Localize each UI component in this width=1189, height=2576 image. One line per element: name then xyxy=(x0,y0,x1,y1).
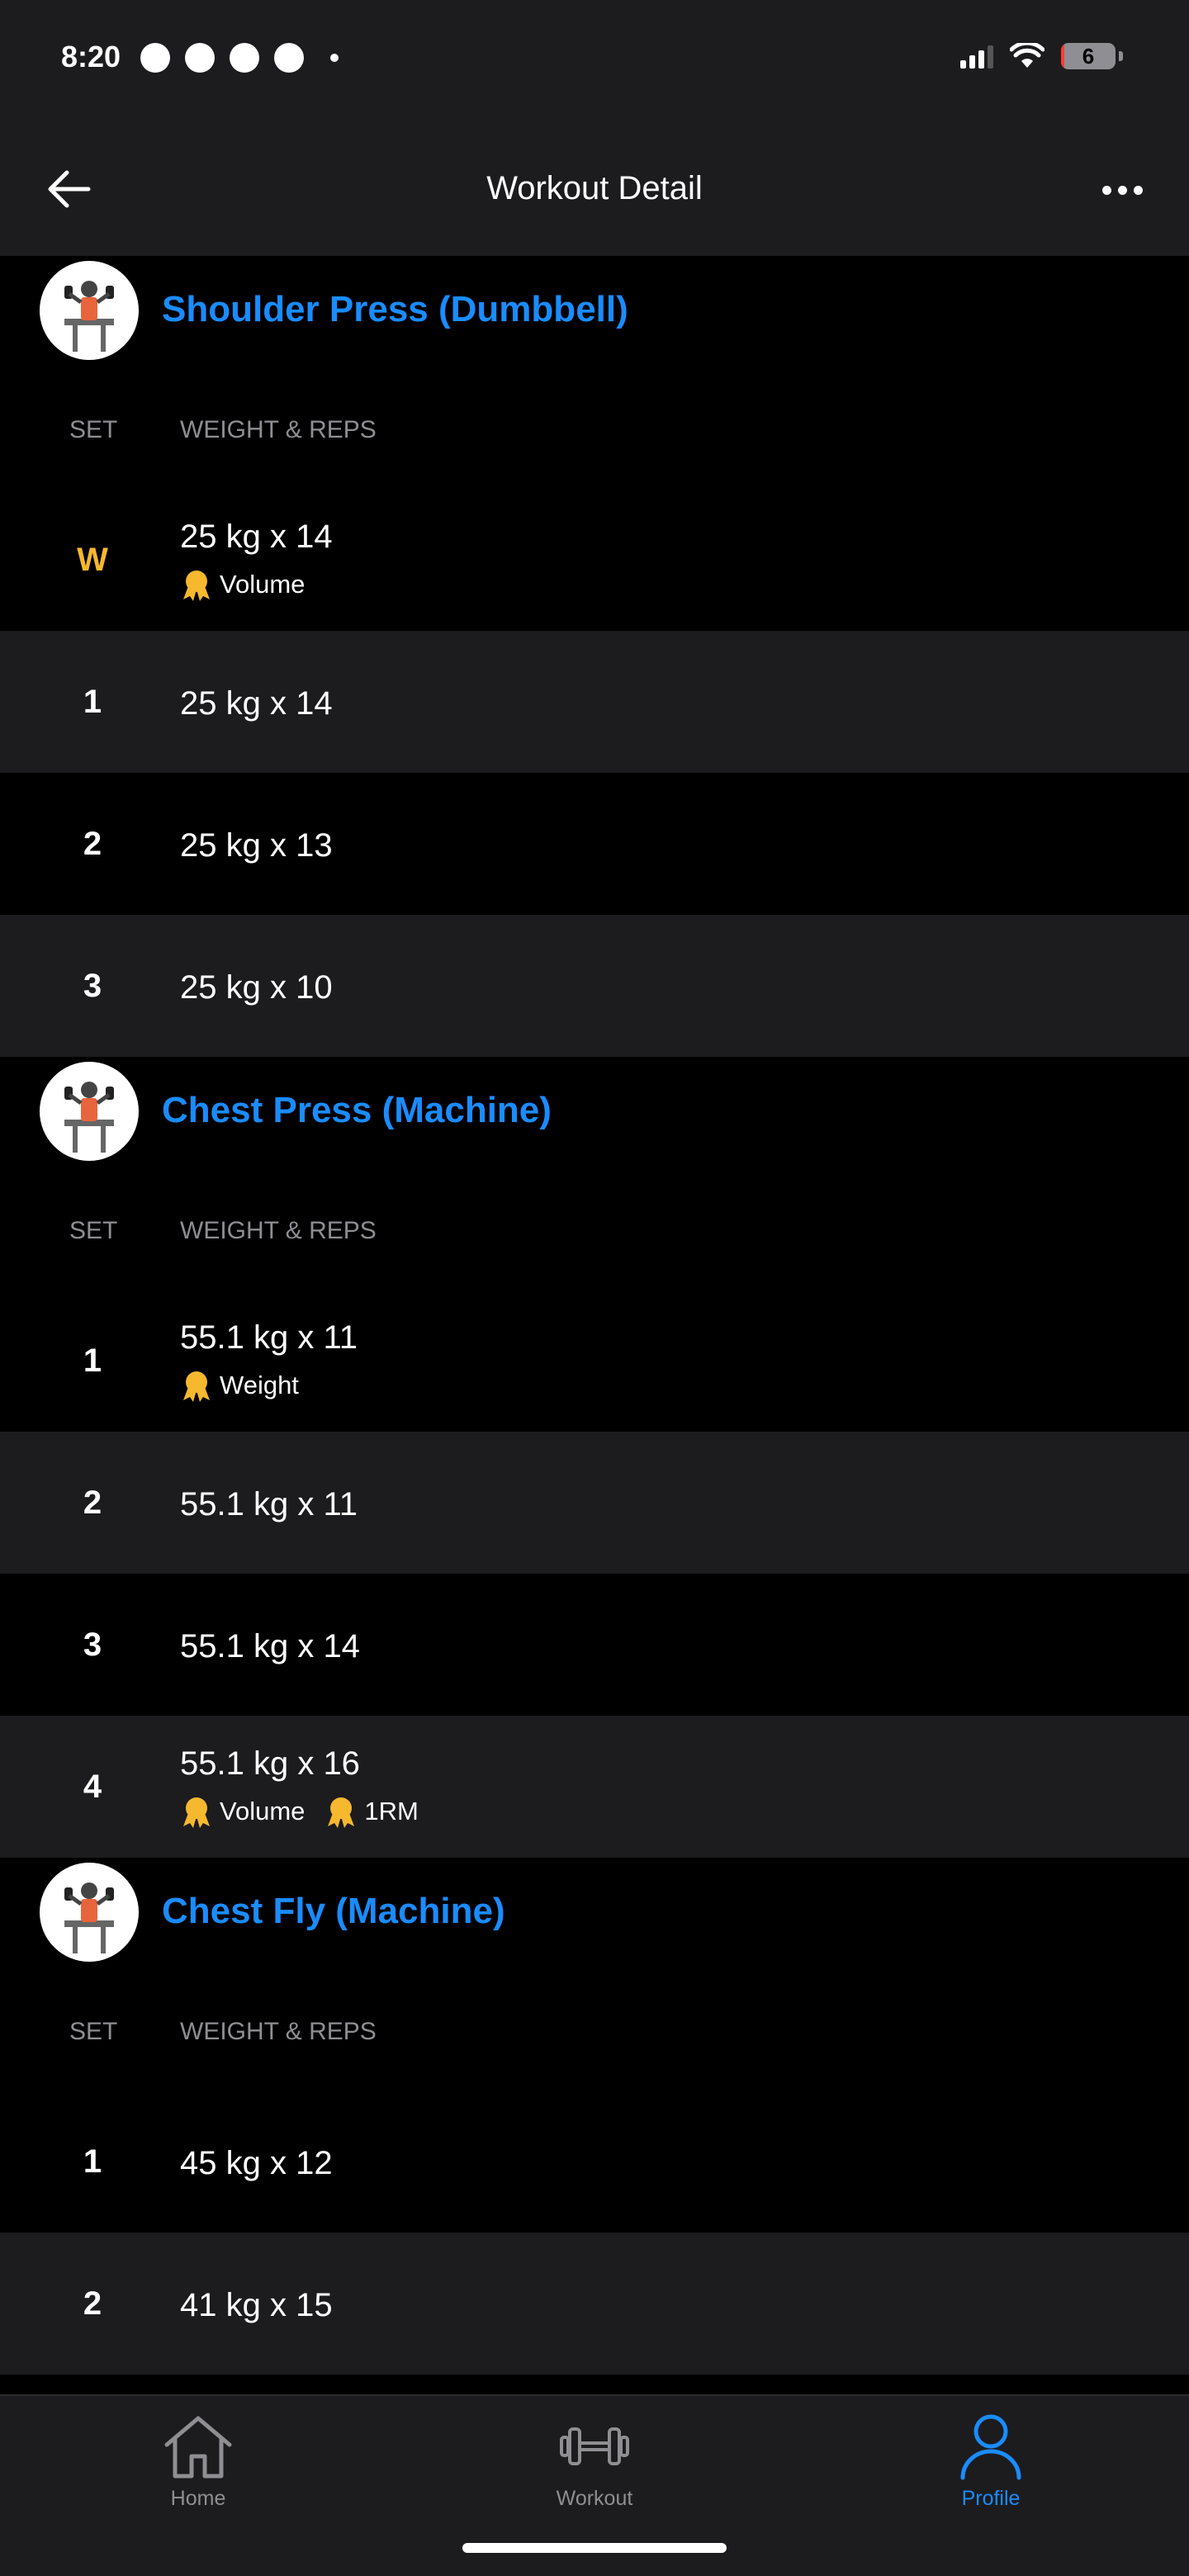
set-column-header: SET WEIGHT & REPS xyxy=(0,1166,1189,1290)
set-row: 3 55.1 kg x 14 xyxy=(0,1574,1189,1716)
tab-workout[interactable]: Workout xyxy=(495,2411,694,2511)
tab-profile-label: Profile xyxy=(961,2487,1021,2510)
set-number: 2 xyxy=(83,1485,102,1521)
col-set-label: SET xyxy=(69,2018,118,2045)
notification-icons xyxy=(140,43,339,73)
pr-label: Weight xyxy=(220,1371,299,1399)
set-weight-reps: 45 kg x 12 xyxy=(180,2145,333,2181)
set-row: 1 55.1 kg x 11 Weight xyxy=(0,1290,1189,1432)
tab-home-label: Home xyxy=(170,2487,226,2510)
tab-home[interactable]: Home xyxy=(99,2411,297,2511)
exercise-thumbnail[interactable] xyxy=(40,1863,139,1962)
set-weight-reps: 41 kg x 15 xyxy=(180,2287,333,2323)
exercise-header[interactable]: Shoulder Press (Dumbbell) xyxy=(0,256,1189,365)
nav-bar: Workout Detail xyxy=(0,124,1189,256)
workout-content[interactable]: Shoulder Press (Dumbbell) SET WEIGHT & REP… xyxy=(0,256,1189,2394)
set-column-header: SET WEIGHT & REPS xyxy=(0,1967,1189,2091)
pr-badge: Volume xyxy=(180,568,305,601)
battery-level: 6 xyxy=(1082,44,1095,69)
set-row: 2 25 kg x 13 xyxy=(0,773,1189,915)
set-weight-reps: 55.1 kg x 11 xyxy=(180,1319,358,1356)
wifi-icon xyxy=(1010,43,1045,68)
more-notifications-dot xyxy=(330,54,339,62)
set-number: 3 xyxy=(83,1627,102,1663)
dumbbell-icon xyxy=(557,2411,632,2482)
set-number: 1 xyxy=(83,684,102,720)
col-weight-reps-label: WEIGHT & REPS xyxy=(180,2018,377,2045)
col-weight-reps-label: WEIGHT & REPS xyxy=(180,1217,377,1244)
set-row: 1 45 kg x 12 xyxy=(0,2091,1189,2233)
exercise-header[interactable]: Chest Press (Machine) xyxy=(0,1057,1189,1166)
col-set-label: SET xyxy=(69,1217,118,1244)
snapchat-icon xyxy=(185,43,215,73)
tab-profile[interactable]: Profile xyxy=(892,2411,1090,2511)
pr-badge: 1RM xyxy=(324,1795,419,1828)
tab-workout-label: Workout xyxy=(556,2487,633,2510)
set-number: 2 xyxy=(83,2285,102,2322)
col-weight-reps-label: WEIGHT & REPS xyxy=(180,416,377,443)
pr-label: Volume xyxy=(220,570,306,599)
pr-badges: Volume 1RM xyxy=(180,1795,419,1828)
exercise-name[interactable]: Chest Press (Machine) xyxy=(162,1090,552,1131)
person-icon xyxy=(954,2411,1028,2482)
cellular-signal-icon xyxy=(960,44,993,69)
set-weight-reps: 25 kg x 13 xyxy=(180,827,333,864)
set-weight-reps: 55.1 kg x 11 xyxy=(180,1486,358,1522)
col-set-label: SET xyxy=(69,416,118,443)
medal-icon xyxy=(180,1795,213,1828)
pr-badges: Volume xyxy=(180,568,305,601)
set-row: 3 25 kg x 10 xyxy=(0,915,1189,1057)
more-dot-icon xyxy=(1101,185,1111,195)
more-dot-icon xyxy=(1117,185,1127,195)
battery-cap xyxy=(1119,51,1123,61)
battery-icon: 6 xyxy=(1061,43,1116,69)
status-bar: 8:20 6 xyxy=(0,0,1189,124)
home-indicator xyxy=(462,2543,727,2553)
set-number: 3 xyxy=(83,968,102,1004)
set-row: 1 25 kg x 14 xyxy=(0,631,1189,773)
set-column-header: SET WEIGHT & REPS xyxy=(0,365,1189,489)
medal-icon xyxy=(324,1795,358,1828)
home-icon xyxy=(161,2411,235,2482)
set-row: 2 55.1 kg x 11 xyxy=(0,1432,1189,1574)
set-row: W 25 kg x 14 Volume xyxy=(0,489,1189,631)
snapchat-icon xyxy=(274,43,304,73)
messenger-icon xyxy=(140,43,170,73)
set-weight-reps: 25 kg x 14 xyxy=(180,519,333,555)
pr-badge: Weight xyxy=(180,1369,299,1402)
medal-icon xyxy=(180,568,213,601)
exercise-thumbnail[interactable] xyxy=(40,261,139,360)
set-number: 1 xyxy=(83,1342,102,1379)
set-weight-reps: 25 kg x 14 xyxy=(180,685,333,722)
tab-bar: Home Workout Profile xyxy=(0,2394,1189,2576)
set-row: 2 41 kg x 15 xyxy=(0,2233,1189,2375)
pr-badge: Volume xyxy=(180,1795,305,1828)
set-number: 1 xyxy=(83,2143,102,2180)
set-weight-reps: 55.1 kg x 14 xyxy=(180,1628,360,1664)
set-weight-reps: 55.1 kg x 16 xyxy=(180,1745,360,1782)
exercise-name[interactable]: Shoulder Press (Dumbbell) xyxy=(162,289,628,330)
set-number: W xyxy=(77,542,108,578)
pr-label: 1RM xyxy=(364,1797,419,1825)
page-title: Workout Detail xyxy=(486,170,703,206)
exercise-name[interactable]: Chest Fly (Machine) xyxy=(162,1891,505,1932)
exercise-thumbnail[interactable] xyxy=(40,1062,139,1161)
set-number: 2 xyxy=(83,826,102,862)
exercise-header[interactable]: Chest Fly (Machine) xyxy=(0,1858,1189,1967)
pr-badges: Weight xyxy=(180,1369,299,1402)
set-row: 4 55.1 kg x 16 Volume 1RM xyxy=(0,1716,1189,1858)
status-right: 6 xyxy=(960,43,1123,69)
pr-label: Volume xyxy=(220,1797,306,1825)
set-weight-reps: 25 kg x 10 xyxy=(180,969,333,1006)
status-time: 8:20 xyxy=(61,40,121,73)
medal-icon xyxy=(180,1369,213,1402)
discord-icon xyxy=(230,43,259,73)
more-dot-icon xyxy=(1133,185,1143,195)
set-number: 4 xyxy=(83,1769,102,1805)
more-options-button[interactable] xyxy=(1093,163,1151,216)
